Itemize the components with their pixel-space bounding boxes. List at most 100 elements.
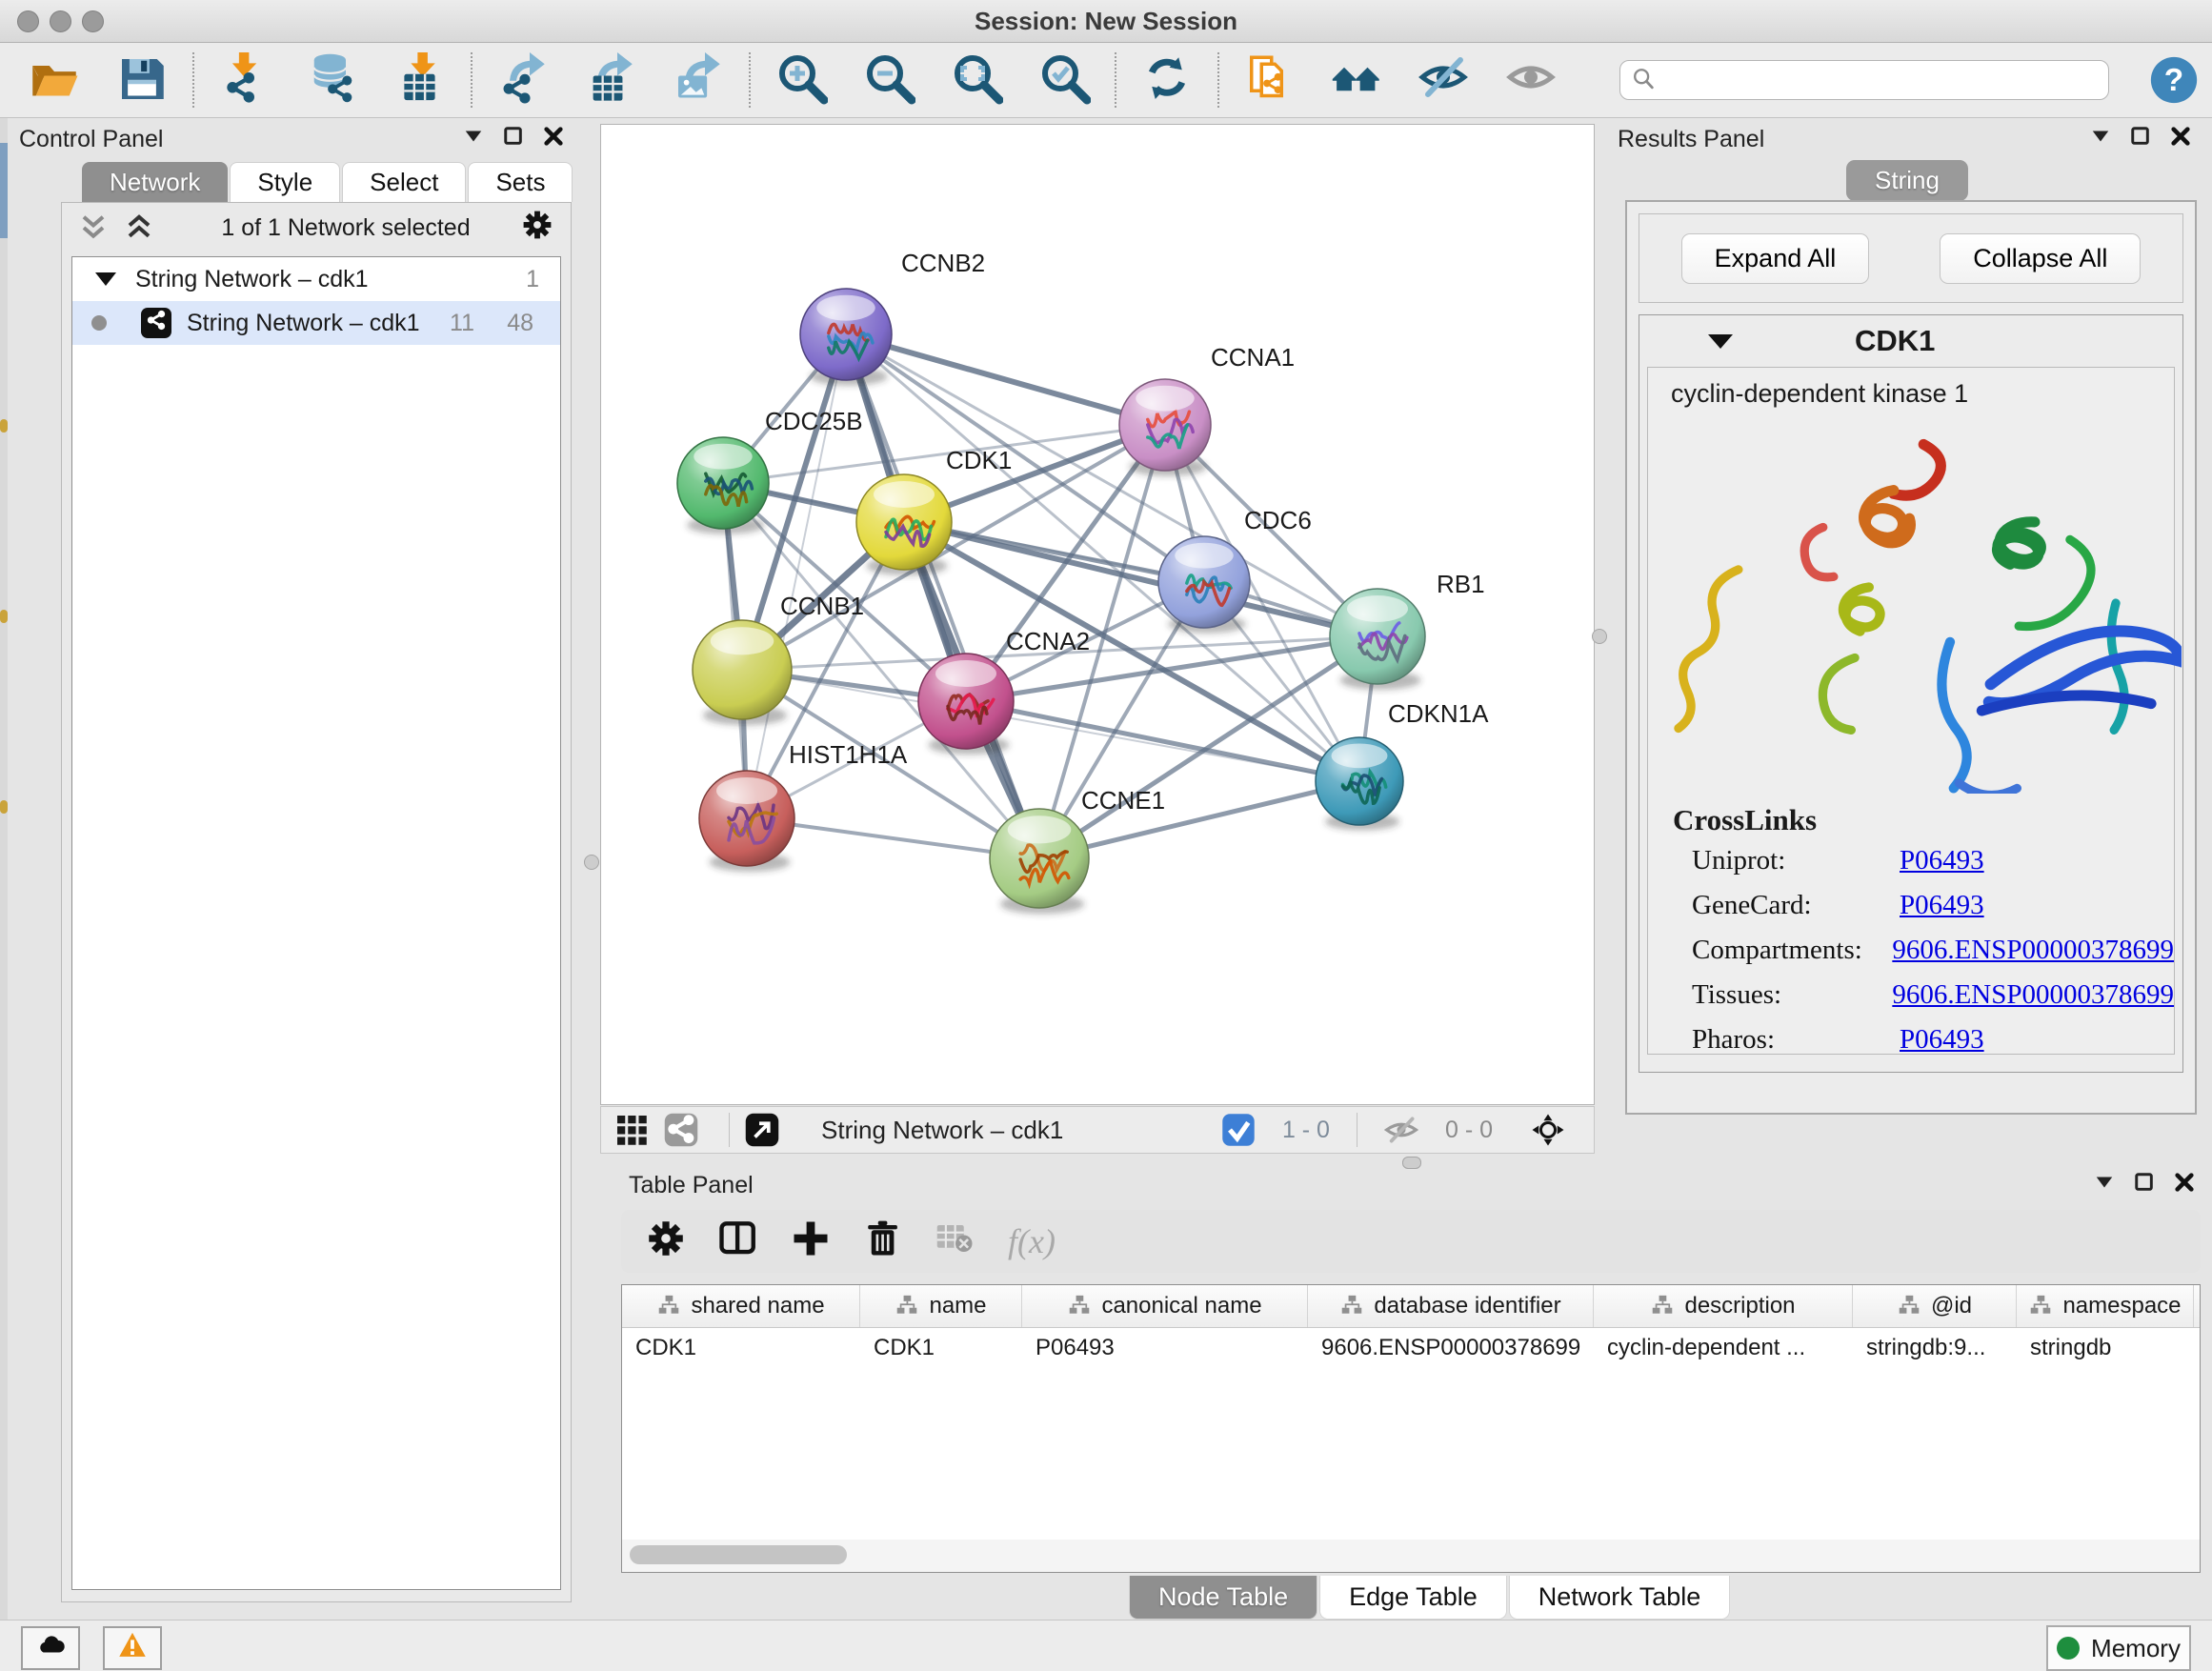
show-columns-icon[interactable] [718,1218,758,1265]
table-row[interactable]: CDK1CDK1P064939606.ENSP00000378699cyclin… [622,1328,2200,1368]
close-panel-icon[interactable] [2174,1172,2195,1199]
node-CCNE1[interactable] [990,809,1089,908]
undock-panel-icon[interactable] [2134,1172,2155,1199]
show-hidden-button[interactable] [1503,50,1562,110]
edge-CCNB2-CCNA1[interactable] [846,334,1165,425]
network-canvas[interactable]: CCNB2CCNA1CDC25BCDK1CDC6RB1CCNB1CCNA2CDK… [600,124,1595,1105]
tab-edge-table[interactable]: Edge Table [1319,1576,1507,1620]
column-header-description[interactable]: description [1594,1285,1853,1327]
float-panel-icon[interactable] [2090,126,2111,153]
import-network-button[interactable] [215,50,274,110]
clone-network-button[interactable] [1240,50,1299,110]
expand-all-networks-icon[interactable] [125,213,153,242]
collection-disclosure-icon[interactable] [95,272,116,286]
undock-panel-icon[interactable] [2130,126,2151,153]
node-table[interactable]: shared namenamecanonical namedatabase id… [621,1284,2201,1541]
node-CCNA1[interactable] [1119,379,1211,471]
collapse-all-button[interactable]: Collapse All [1940,233,2141,284]
column-header-namespace[interactable]: namespace [2017,1285,2194,1327]
cell--id[interactable]: stringdb:9... [1853,1335,2017,1361]
search-input[interactable] [1619,60,2109,100]
close-panel-icon[interactable] [543,126,564,153]
crosslink-link[interactable]: 9606.ENSP00000378699 [1892,979,2174,1011]
cloud-button[interactable] [21,1626,80,1670]
tab-style[interactable]: Style [230,162,340,202]
export-network-button[interactable] [493,50,553,110]
tab-sets[interactable]: Sets [468,162,573,202]
node-CCNB2[interactable] [800,289,892,380]
add-column-icon[interactable] [791,1218,831,1265]
home-button[interactable] [1328,50,1387,110]
memory-button[interactable]: Memory [2046,1625,2191,1671]
edge-CCNA2-CDKN1A[interactable] [966,701,1359,781]
tab-network[interactable]: Network [82,162,228,202]
network-share-icon[interactable] [664,1113,698,1147]
column-header-canonical-name[interactable]: canonical name [1022,1285,1308,1327]
column-header--id[interactable]: @id [1853,1285,2017,1327]
node-HIST1H1A[interactable] [699,771,794,866]
column-header-shared-name[interactable]: shared name [622,1285,860,1327]
cell-description[interactable]: cyclin-dependent ... [1594,1335,1853,1361]
node-CDK1[interactable] [856,474,952,570]
network-row[interactable]: String Network – cdk1 11 48 [72,301,560,345]
import-table-button[interactable] [391,50,450,110]
close-panel-icon[interactable] [2170,126,2191,153]
crosslink-link[interactable]: 9606.ENSP00000378699 [1892,935,2174,966]
network-graph[interactable]: CCNB2CCNA1CDC25BCDK1CDC6RB1CCNB1CCNA2CDK… [601,125,1594,1104]
save-session-button[interactable] [112,50,171,110]
column-header-name[interactable]: name [860,1285,1022,1327]
detach-view-icon[interactable] [745,1113,779,1147]
network-collection-row[interactable]: String Network – cdk1 1 [72,257,560,301]
open-file-button[interactable] [25,50,84,110]
bottom-splitter-handle[interactable] [1402,1157,1421,1169]
refresh-layout-button[interactable] [1137,50,1196,110]
zoom-fit-button[interactable] [947,50,1006,110]
node-CCNB1[interactable] [693,620,792,719]
column-header-database-identifier[interactable]: database identifier [1308,1285,1594,1327]
collapse-all-networks-icon[interactable] [79,213,108,242]
cell-namespace[interactable]: stringdb [2017,1335,2194,1361]
crosslink-link[interactable]: P06493 [1900,845,1984,876]
node-RB1[interactable] [1330,589,1425,684]
undock-panel-icon[interactable] [503,126,524,153]
cell-shared-name[interactable]: CDK1 [622,1335,860,1361]
node-CDKN1A[interactable] [1316,737,1403,825]
right-splitter-handle[interactable] [1592,629,1607,644]
float-panel-icon[interactable] [2094,1172,2115,1199]
crosslink-link[interactable]: P06493 [1900,1024,1984,1056]
table-options-gear-icon[interactable] [646,1218,686,1265]
selected-checkbox-icon[interactable] [1221,1113,1256,1147]
scrollbar-thumb[interactable] [630,1545,847,1564]
zoom-in-button[interactable] [772,50,831,110]
warnings-button[interactable] [103,1626,162,1670]
node-CCNA2[interactable] [918,654,1014,749]
tab-network-table[interactable]: Network Table [1509,1576,1731,1620]
node-CDC6[interactable] [1158,536,1250,628]
export-image-button[interactable] [669,50,728,110]
network-options-gear-icon[interactable] [521,209,553,248]
float-panel-icon[interactable] [463,126,484,153]
cell-canonical-name[interactable]: P06493 [1022,1335,1308,1361]
cell-database-identifier[interactable]: 9606.ENSP00000378699 [1308,1335,1594,1361]
export-table-button[interactable] [581,50,640,110]
hide-selected-button[interactable] [1416,50,1475,110]
import-network-database-button[interactable] [303,50,362,110]
protein-disclosure-icon[interactable] [1708,334,1733,349]
tab-node-table[interactable]: Node Table [1129,1576,1317,1620]
cell-name[interactable]: CDK1 [860,1335,1022,1361]
expand-all-button[interactable]: Expand All [1681,233,1870,284]
node-CDC25B[interactable] [677,437,769,529]
grid-view-icon[interactable] [614,1113,649,1147]
hidden-eye-icon[interactable] [1384,1113,1418,1147]
delete-column-icon[interactable] [863,1218,903,1265]
crosslink-link[interactable]: P06493 [1900,890,1984,921]
tab-string[interactable]: String [1846,160,1968,201]
zoom-out-button[interactable] [859,50,918,110]
table-horizontal-scrollbar[interactable] [621,1540,2201,1573]
help-button[interactable]: ? [2149,55,2199,105]
birdseye-crosshair-icon[interactable] [1531,1113,1565,1147]
left-splitter-handle[interactable] [584,855,599,870]
tab-select[interactable]: Select [342,162,466,202]
edge-RB1-CCNE1[interactable] [1039,636,1377,858]
zoom-selected-button[interactable] [1035,50,1094,110]
